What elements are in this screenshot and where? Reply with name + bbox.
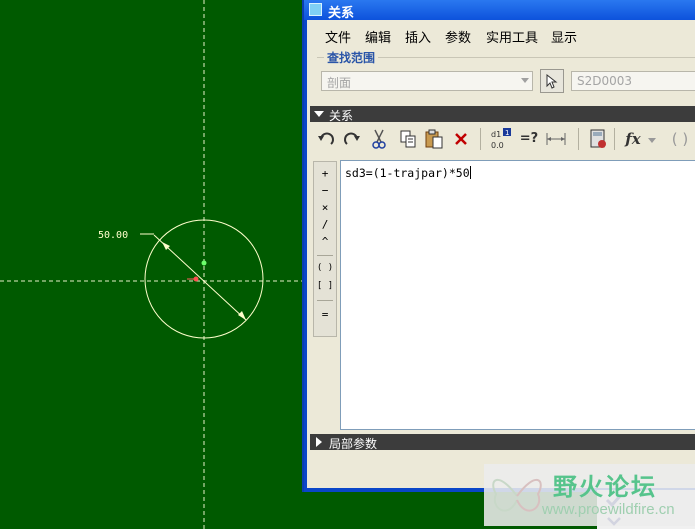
operator-separator [317,255,333,256]
watermark-url: www.proewildfire.cn [542,501,675,518]
cursor-arrow-icon [546,74,558,89]
svg-text:0.0: 0.0 [491,141,504,150]
forum-watermark: 野火论坛 www.proewildfire.cn [484,464,695,526]
menu-parameters[interactable]: 参数 [445,27,471,46]
brackets-icon[interactable]: ( ) [668,126,692,152]
watermark-title: 野火论坛 [553,473,657,501]
collapse-triangle-icon [316,437,322,447]
operator-power[interactable]: ^ [314,235,336,248]
toolbar-separator [614,128,615,150]
operator-parentheses[interactable]: ( ) [314,263,336,273]
toolbar-separator [578,128,579,150]
menu-bar: 文件 编辑 插入 参数 实用工具 显示 [307,23,695,46]
relations-section-header[interactable]: 关系 [310,106,695,123]
window-icon [309,3,322,16]
origin-point [193,276,199,282]
relation-line: sd3=(1-trajpar)*50 [345,166,470,180]
operator-minus[interactable]: − [314,184,336,197]
calculator-icon[interactable] [586,126,610,152]
lookup-group-title: 查找范围 [324,49,379,66]
delete-icon[interactable] [449,126,473,152]
svg-text:d1: d1 [491,130,501,139]
relations-dialog: 关系 文件 编辑 插入 参数 实用工具 显示 查找范围 剖面 S2D0003 关… [302,0,695,492]
feature-name-field[interactable]: S2D0003 [571,71,695,91]
svg-text:1: 1 [505,129,509,137]
menu-display[interactable]: 显示 [551,27,577,46]
function-icon[interactable]: fx [621,126,645,152]
chevron-down-icon [521,78,529,83]
function-dropdown-icon[interactable] [645,126,659,152]
select-feature-button[interactable] [540,69,564,93]
measure-icon[interactable] [544,126,568,152]
menu-edit[interactable]: 编辑 [365,27,391,46]
operator-plus[interactable]: + [314,167,336,180]
menu-utilities[interactable]: 实用工具 [486,27,538,46]
menu-file[interactable]: 文件 [325,27,351,46]
operator-brackets[interactable]: [ ] [314,281,336,291]
operator-divide[interactable]: / [314,218,336,231]
dialog-title: 关系 [328,6,355,21]
feature-name-value: S2D0003 [577,74,633,88]
relations-section-label: 关系 [329,109,354,123]
local-parameters-label: 局部参数 [329,437,378,451]
copy-icon[interactable] [396,126,420,152]
redo-icon[interactable] [340,126,364,152]
dialog-titlebar[interactable]: 关系 [304,0,695,21]
menu-insert[interactable]: 插入 [405,27,431,46]
operator-separator [317,300,333,301]
operator-palette: + − × / ^ ( ) [ ] = [313,161,337,337]
paste-icon[interactable] [422,126,446,152]
cut-icon[interactable] [367,126,391,152]
local-parameters-header[interactable]: 局部参数 [310,434,695,451]
toolbar-separator [480,128,481,150]
expand-triangle-icon [314,111,324,117]
operator-equals[interactable]: = [314,308,336,321]
relations-toolbar: d1 0.0 1 =? fx ( ) [312,126,695,156]
evaluate-icon[interactable]: =? [517,126,541,152]
operator-multiply[interactable]: × [314,201,336,214]
switch-dimensions-icon[interactable]: d1 0.0 1 [489,126,513,152]
lookup-scope-value: 剖面 [327,76,352,90]
dimension-label[interactable]: 50.00 [98,230,128,241]
butterfly-logo-icon [492,479,542,512]
dialog-client: 文件 编辑 插入 参数 实用工具 显示 查找范围 剖面 S2D0003 关系 d… [307,20,695,488]
text-caret [469,166,471,179]
relations-editor[interactable]: sd3=(1-trajpar)*50 [340,160,695,430]
lookup-scope-select[interactable]: 剖面 [321,71,533,91]
center-point [201,260,207,266]
undo-icon[interactable] [314,126,338,152]
